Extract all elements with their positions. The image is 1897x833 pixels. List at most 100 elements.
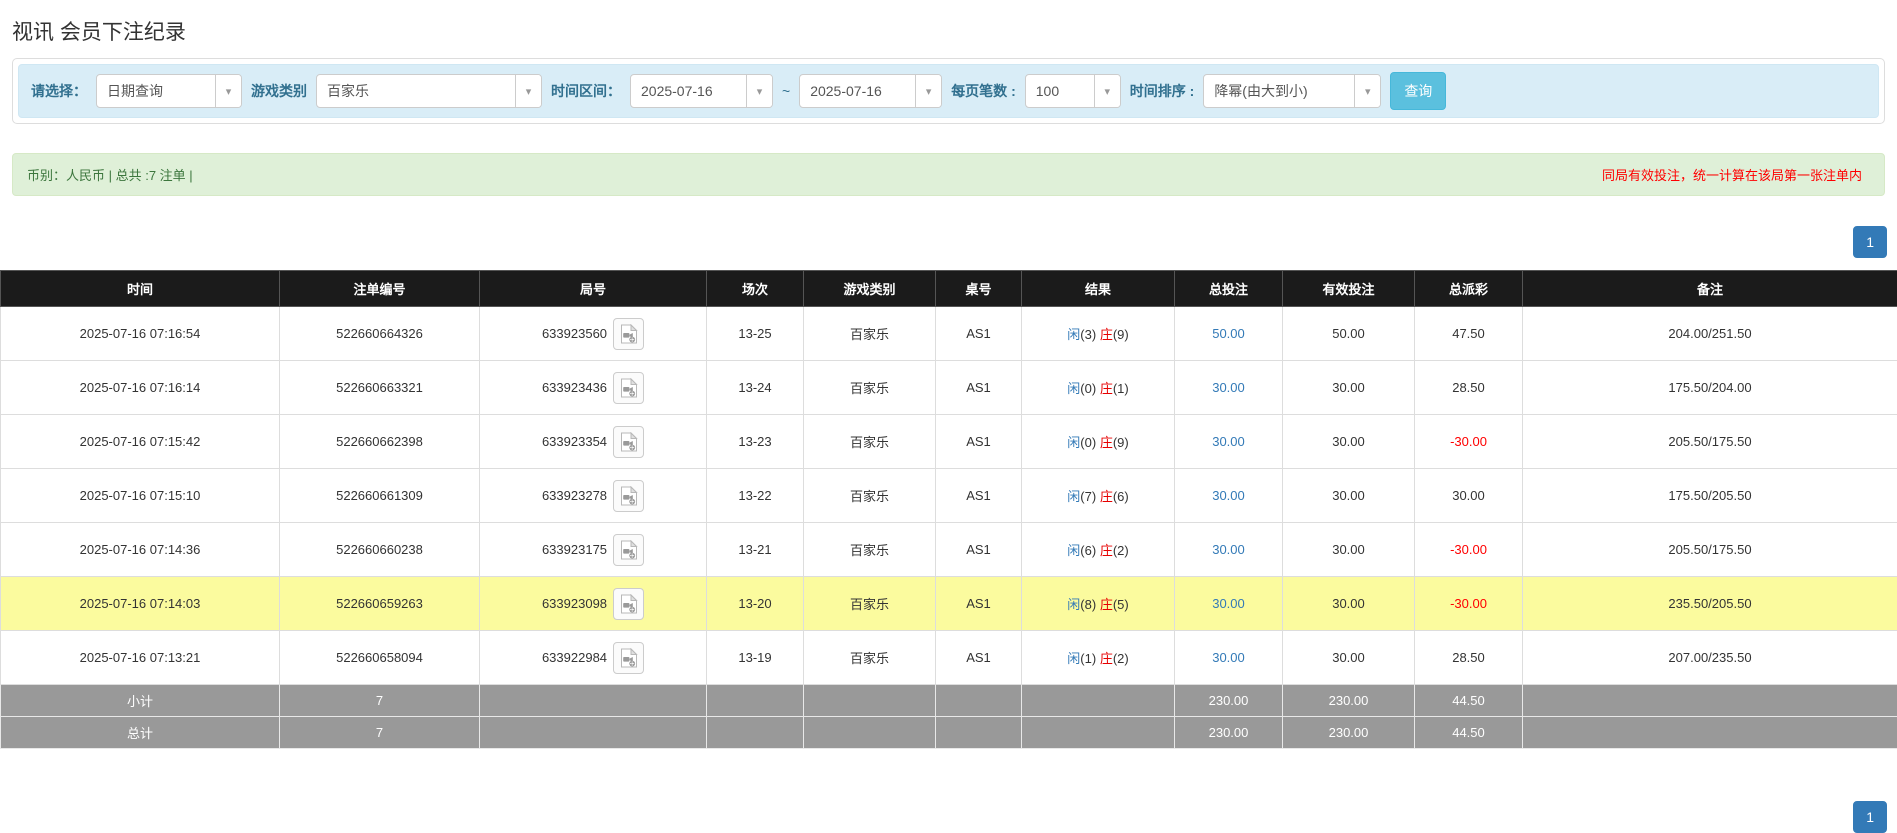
total-bet-cell[interactable]: 50.00 <box>1175 307 1283 361</box>
round-id-cell: 633923278 <box>480 469 707 523</box>
banker-result: 庄 <box>1100 489 1113 504</box>
column-header: 注单编号 <box>280 271 480 307</box>
video-file-icon <box>620 432 638 452</box>
time-cell: 2025-07-16 07:16:54 <box>1 307 280 361</box>
game-type-dropdown[interactable]: 百家乐 ▾ <box>316 74 542 108</box>
session-cell: 13-20 <box>707 577 804 631</box>
game-type-cell: 百家乐 <box>804 469 936 523</box>
round-id: 633923098 <box>542 596 607 611</box>
sort-order-dropdown[interactable]: 降幂(由大到小) ▾ <box>1203 74 1381 108</box>
total-bet-link[interactable]: 30.00 <box>1212 542 1245 557</box>
player-score: (0) <box>1080 435 1096 450</box>
total-row-empty <box>1022 717 1175 749</box>
subtotal-row-valid-bet: 230.00 <box>1283 685 1415 717</box>
total-row-empty <box>804 717 936 749</box>
table-number-cell: AS1 <box>936 307 1022 361</box>
table-number-cell: AS1 <box>936 361 1022 415</box>
subtotal-row-empty <box>936 685 1022 717</box>
video-replay-button[interactable] <box>613 588 644 620</box>
filter-panel: 请选择： 日期查询 ▾ 游戏类别 百家乐 ▾ 时间区间： 2025-07-16 … <box>12 58 1885 124</box>
total-row-valid-bet: 230.00 <box>1283 717 1415 749</box>
result-cell: 闲(3) 庄(9) <box>1022 307 1175 361</box>
round-id: 633923175 <box>542 542 607 557</box>
chevron-down-icon[interactable]: ▾ <box>515 75 541 107</box>
payout-cell: 30.00 <box>1415 469 1523 523</box>
video-replay-button[interactable] <box>613 372 644 404</box>
payout-negative: -30.00 <box>1450 434 1487 449</box>
total-bet-cell[interactable]: 30.00 <box>1175 577 1283 631</box>
total-bet-cell[interactable]: 30.00 <box>1175 361 1283 415</box>
video-file-icon <box>620 378 638 398</box>
payout-cell: 28.50 <box>1415 631 1523 685</box>
column-header: 时间 <box>1 271 280 307</box>
banker-result: 庄 <box>1100 435 1113 450</box>
video-replay-button[interactable] <box>613 642 644 674</box>
total-bet-link[interactable]: 30.00 <box>1212 488 1245 503</box>
search-button[interactable]: 查询 <box>1390 72 1446 110</box>
table-row: 2025-07-16 07:15:42522660662398633923354… <box>1 415 1897 469</box>
chevron-down-icon[interactable]: ▾ <box>1094 75 1120 107</box>
table-number-cell: AS1 <box>936 631 1022 685</box>
chevron-down-icon[interactable]: ▾ <box>746 75 772 107</box>
total-bet-cell[interactable]: 30.00 <box>1175 523 1283 577</box>
total-bet-link[interactable]: 30.00 <box>1212 380 1245 395</box>
column-header: 游戏类别 <box>804 271 936 307</box>
player-result: 闲 <box>1067 543 1080 558</box>
player-result: 闲 <box>1067 435 1080 450</box>
date-to-dropdown[interactable]: 2025-07-16 ▾ <box>799 74 942 108</box>
payout-cell: -30.00 <box>1415 523 1523 577</box>
round-id-cell: 633922984 <box>480 631 707 685</box>
round-id-cell: 633923098 <box>480 577 707 631</box>
total-bet-cell[interactable]: 30.00 <box>1175 631 1283 685</box>
time-cell: 2025-07-16 07:16:14 <box>1 361 280 415</box>
session-cell: 13-19 <box>707 631 804 685</box>
banker-score: (1) <box>1113 381 1129 396</box>
page-number-button[interactable]: 1 <box>1853 801 1887 833</box>
table-row: 2025-07-16 07:15:10522660661309633923278… <box>1 469 1897 523</box>
chevron-down-icon[interactable]: ▾ <box>1354 75 1380 107</box>
time-cell: 2025-07-16 07:14:03 <box>1 577 280 631</box>
total-bet-link[interactable]: 30.00 <box>1212 650 1245 665</box>
result-cell: 闲(0) 庄(1) <box>1022 361 1175 415</box>
bet-id-cell: 522660659263 <box>280 577 480 631</box>
date-from-dropdown[interactable]: 2025-07-16 ▾ <box>630 74 773 108</box>
pagination-bottom: 1 <box>10 801 1887 833</box>
total-bet-cell[interactable]: 30.00 <box>1175 415 1283 469</box>
game-type-cell: 百家乐 <box>804 307 936 361</box>
page-size-dropdown[interactable]: 100 ▾ <box>1025 74 1121 108</box>
session-cell: 13-23 <box>707 415 804 469</box>
sort-order-value: 降幂(由大到小) <box>1204 81 1354 101</box>
time-cell: 2025-07-16 07:15:10 <box>1 469 280 523</box>
video-replay-button[interactable] <box>613 426 644 458</box>
round-id: 633923560 <box>542 326 607 341</box>
result-cell: 闲(0) 庄(9) <box>1022 415 1175 469</box>
remark-cell: 207.00/235.50 <box>1523 631 1897 685</box>
table-row: 2025-07-16 07:16:54522660664326633923560… <box>1 307 1897 361</box>
total-bet-link[interactable]: 50.00 <box>1212 326 1245 341</box>
payout-cell: 47.50 <box>1415 307 1523 361</box>
result-cell: 闲(7) 庄(6) <box>1022 469 1175 523</box>
subtotal-row-count: 7 <box>280 685 480 717</box>
total-row-empty <box>1523 717 1897 749</box>
video-replay-button[interactable] <box>613 534 644 566</box>
summary-note: 同局有效投注，统一计算在该局第一张注单内 <box>1602 165 1870 184</box>
video-replay-button[interactable] <box>613 318 644 350</box>
summary-bar: 币别：人民币 | 总共 :7 注单 | 同局有效投注，统一计算在该局第一张注单内 <box>12 153 1885 196</box>
valid-bet-cell: 30.00 <box>1283 577 1415 631</box>
date-range-label: 时间区间： <box>551 81 621 101</box>
banker-result: 庄 <box>1100 651 1113 666</box>
chevron-down-icon[interactable]: ▾ <box>215 75 241 107</box>
total-bet-cell[interactable]: 30.00 <box>1175 469 1283 523</box>
page-number-button[interactable]: 1 <box>1853 226 1887 258</box>
select-mode-dropdown[interactable]: 日期查询 ▾ <box>96 74 242 108</box>
total-bet-link[interactable]: 30.00 <box>1212 434 1245 449</box>
column-header: 备注 <box>1523 271 1897 307</box>
table-row: 2025-07-16 07:14:03522660659263 633923098… <box>1 577 1897 631</box>
page-title: 视讯 会员下注纪录 <box>12 16 1897 46</box>
date-to-value: 2025-07-16 <box>800 83 915 99</box>
valid-bet-cell: 30.00 <box>1283 361 1415 415</box>
total-row-label: 总计 <box>1 717 280 749</box>
video-replay-button[interactable] <box>613 480 644 512</box>
total-bet-link[interactable]: 30.00 <box>1212 596 1245 611</box>
chevron-down-icon[interactable]: ▾ <box>915 75 941 107</box>
